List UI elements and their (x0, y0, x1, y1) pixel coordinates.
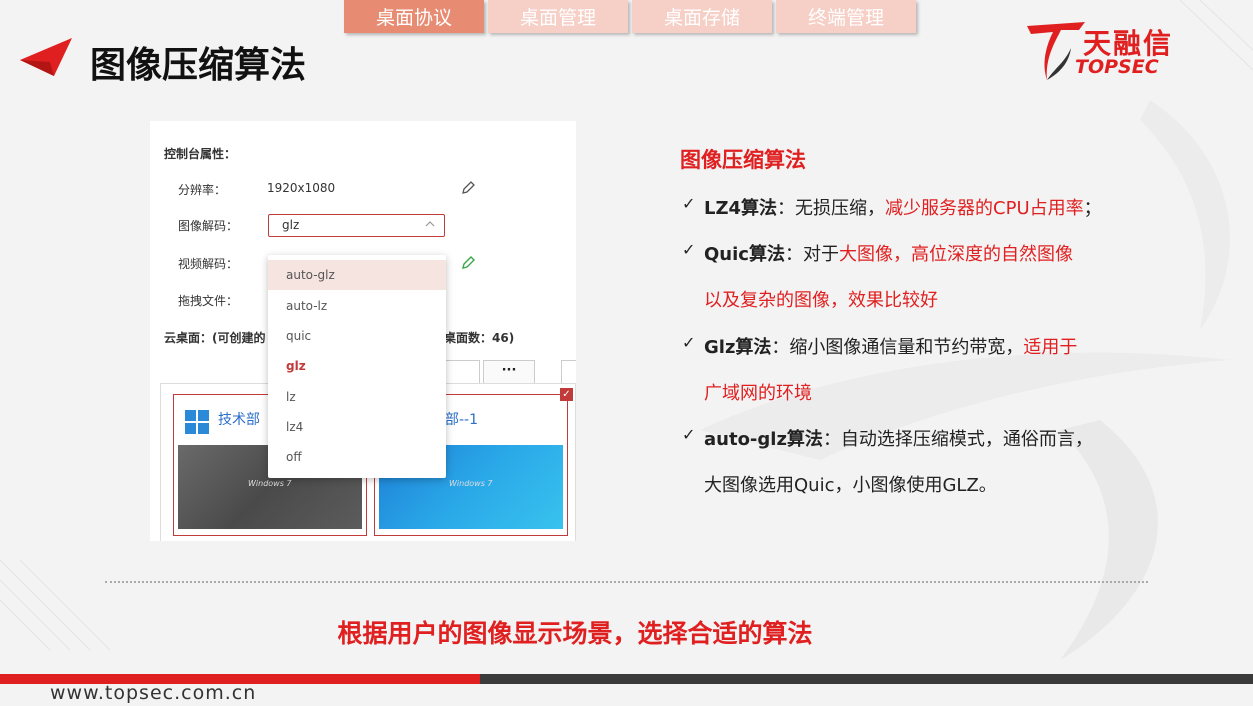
bullet-text: ：自动选择压缩模式，通俗而言， (822, 429, 1093, 450)
bullet-name: Glz算法 (704, 337, 772, 358)
page-title: 图像压缩算法 (90, 45, 307, 86)
section-header: 控制台属性： (164, 147, 237, 161)
desktop-card-title: 技术部 (218, 412, 260, 428)
secondary-input[interactable] (561, 360, 576, 385)
topsec-logo: 天融信 TOPSEC (1025, 18, 1200, 82)
footer-bar-dark (480, 674, 1253, 684)
bullet-text: ； (1083, 198, 1102, 219)
dotted-divider (105, 581, 1148, 583)
bullet-glz-continued: 广域网的环境 (704, 383, 812, 404)
chevron-up-icon (425, 221, 435, 227)
option-auto-glz[interactable]: auto-glz (268, 260, 446, 290)
conclusion-text: 根据用户的图像显示场景，选择合适的算法 (337, 619, 813, 648)
bullet-quic-continued: 以及复杂的图像，效果比较好 (704, 290, 938, 311)
bullet-text: ：无损压缩， (777, 198, 886, 219)
bullet-text: ：缩小图像通信量和节约带宽， (771, 337, 1024, 358)
tab-desktop-protocol[interactable]: 桌面协议 (344, 0, 484, 33)
bullet-glz: ✓ Glz算法：缩小图像通信量和节约带宽，适用于 (682, 333, 1078, 359)
tab-desktop-storage[interactable]: 桌面存储 (632, 0, 772, 33)
option-glz[interactable]: glz (268, 351, 446, 381)
bullet-name: LZ4算法 (704, 198, 778, 219)
option-lz4[interactable]: lz4 (268, 412, 446, 442)
image-codec-selected-value: glz (282, 218, 300, 232)
tab-desktop-management[interactable]: 桌面管理 (488, 0, 628, 33)
windows-logo-icon (185, 410, 209, 434)
check-icon: ✓ (682, 240, 696, 259)
tab-terminal-management[interactable]: 终端管理 (776, 0, 916, 33)
console-properties-panel: 控制台属性： 分辨率： 1920x1080 图像解码： glz 视频解码： 拖拽… (150, 121, 576, 541)
drag-file-label: 拖拽文件： (178, 294, 239, 308)
edit-video-codec-pencil-icon[interactable] (461, 255, 476, 270)
thumbnail-caption: Windows 7 (449, 479, 493, 488)
check-icon: ✓ (682, 194, 696, 213)
image-codec-label: 图像解码： (178, 219, 239, 233)
top-nav-tabs: 桌面协议 桌面管理 桌面存储 终端管理 (344, 0, 916, 33)
bullet-name: auto-glz算法 (704, 429, 823, 450)
thumbnail-caption: Windows 7 (248, 479, 292, 488)
bullet-highlight: 适用于 (1023, 337, 1078, 358)
cloud-desktop-label: 云桌面：(可创建的 (164, 331, 266, 345)
bullet-text: ：对于 (784, 244, 839, 265)
bullet-highlight: 大图像，高位深度的自然图像 (838, 244, 1073, 265)
resolution-value: 1920x1080 (267, 181, 336, 195)
more-options-button[interactable]: ··· (483, 360, 535, 385)
logo-english-text: TOPSEC (1075, 56, 1159, 78)
bullet-highlight: 减少服务器的CPU占用率 (885, 198, 1084, 219)
check-icon: ✓ (682, 425, 696, 444)
bullet-quic: ✓ Quic算法：对于大图像，高位深度的自然图像 (682, 240, 1073, 266)
selected-check-icon[interactable]: ✓ (560, 388, 573, 401)
option-off[interactable]: off (268, 442, 446, 472)
edit-resolution-pencil-icon[interactable] (461, 180, 476, 195)
check-icon: ✓ (682, 333, 696, 352)
option-auto-lz[interactable]: auto-lz (268, 291, 446, 321)
title-arrow-icon (20, 38, 72, 76)
algorithms-heading: 图像压缩算法 (680, 148, 806, 172)
bullet-name: Quic算法 (704, 244, 785, 265)
option-quic[interactable]: quic (268, 321, 446, 351)
video-codec-label: 视频解码： (178, 257, 239, 271)
resolution-label: 分辨率： (178, 183, 227, 197)
image-codec-dropdown: auto-glz auto-lz quic glz lz lz4 off (268, 255, 446, 478)
bullet-lz4: ✓ LZ4算法：无损压缩，减少服务器的CPU占用率； (682, 194, 1102, 220)
desktop-count: 桌面数：46) (444, 331, 515, 345)
image-codec-select[interactable]: glz (268, 214, 445, 237)
footer-url[interactable]: www.topsec.com.cn (50, 682, 256, 704)
bullet-auto-glz-continued: 大图像选用Quic，小图像使用GLZ。 (704, 475, 997, 496)
option-lz[interactable]: lz (268, 382, 446, 412)
bullet-auto-glz: ✓ auto-glz算法：自动选择压缩模式，通俗而言， (682, 425, 1093, 451)
